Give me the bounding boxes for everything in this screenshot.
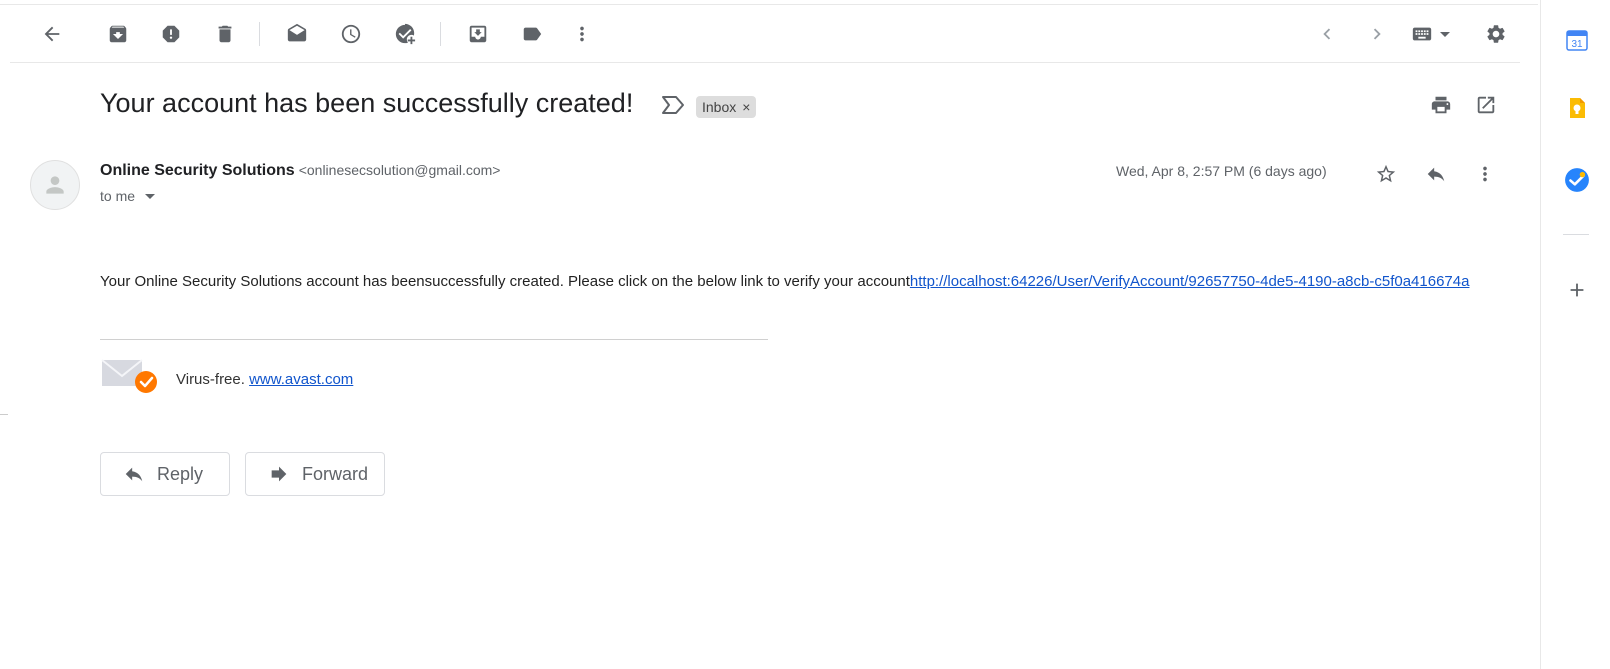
virus-free-note: Virus-free. www.avast.com xyxy=(176,371,353,388)
keep-icon[interactable] xyxy=(1563,94,1591,122)
chevron-down-icon xyxy=(1440,31,1450,37)
verify-account-link[interactable]: http://localhost:64226/User/VerifyAccoun… xyxy=(910,273,1470,290)
label-icon[interactable] xyxy=(514,16,550,52)
open-in-new-window-icon[interactable] xyxy=(1472,91,1500,119)
chevron-right-icon[interactable] xyxy=(1359,16,1395,52)
toolbar xyxy=(10,6,1520,63)
keyboard-icon[interactable] xyxy=(1402,16,1458,52)
archive-icon[interactable] xyxy=(100,16,136,52)
add-icon[interactable] xyxy=(1563,276,1591,304)
reply-button[interactable]: Reply xyxy=(100,452,230,496)
reply-icon[interactable] xyxy=(1420,158,1452,190)
recipients-toggle[interactable]: to me xyxy=(100,188,156,204)
forward-icon xyxy=(271,466,287,482)
importance-marker-icon[interactable] xyxy=(660,94,686,116)
email-subject: Your account has been successfully creat… xyxy=(100,88,634,118)
tasks-icon[interactable] xyxy=(1563,166,1591,194)
avast-link[interactable]: www.avast.com xyxy=(249,371,353,388)
virus-free-text: Virus-free. xyxy=(176,371,245,388)
report-spam-icon[interactable] xyxy=(153,16,189,52)
calendar-icon[interactable]: 31 xyxy=(1563,26,1591,54)
avast-mail-icon xyxy=(100,356,160,396)
print-icon[interactable] xyxy=(1427,91,1455,119)
star-icon[interactable] xyxy=(1370,158,1402,190)
remove-label-icon[interactable]: × xyxy=(742,96,750,118)
email-body: Your Online Security Solutions account h… xyxy=(100,270,1500,293)
left-edge-marker xyxy=(0,414,8,415)
side-panel-divider xyxy=(1563,234,1589,235)
label-chip-text: Inbox xyxy=(702,99,737,115)
body-text: Your Online Security Solutions account h… xyxy=(100,273,910,290)
delete-icon[interactable] xyxy=(207,16,243,52)
avast-signature xyxy=(100,356,160,396)
forward-button[interactable]: Forward xyxy=(245,452,385,496)
recipients-text: to me xyxy=(100,188,136,204)
snooze-icon[interactable] xyxy=(333,16,369,52)
more-vert-icon[interactable] xyxy=(564,16,600,52)
chevron-left-icon[interactable] xyxy=(1309,16,1345,52)
calendar-day: 31 xyxy=(1571,39,1583,50)
label-chip-inbox[interactable]: Inbox × xyxy=(696,96,757,118)
reply-icon xyxy=(125,467,143,482)
forward-label: Forward xyxy=(302,463,369,484)
chevron-down-icon xyxy=(145,193,156,199)
sender-line: Online Security Solutions <onlinesecsolut… xyxy=(100,162,500,180)
toolbar-divider xyxy=(440,22,441,46)
top-border xyxy=(0,0,1538,5)
back-arrow-icon[interactable] xyxy=(34,16,70,52)
email-view: Your account has been successfully creat… xyxy=(0,0,1538,669)
sender-email: <onlinesecsolution@gmail.com> xyxy=(298,162,501,178)
toolbar-divider xyxy=(259,22,260,46)
more-vert-icon[interactable] xyxy=(1469,158,1501,190)
add-task-icon[interactable] xyxy=(387,16,423,52)
sender-name[interactable]: Online Security Solutions xyxy=(100,162,295,179)
side-panel: 31 xyxy=(1540,0,1610,669)
move-to-icon[interactable] xyxy=(460,16,496,52)
reply-label: Reply xyxy=(157,463,204,484)
mark-unread-icon[interactable] xyxy=(279,16,315,52)
gear-icon[interactable] xyxy=(1478,16,1514,52)
body-divider xyxy=(100,339,768,340)
email-date: Wed, Apr 8, 2:57 PM (6 days ago) xyxy=(1116,163,1327,179)
person-icon xyxy=(46,176,64,194)
avatar[interactable] xyxy=(30,160,80,210)
